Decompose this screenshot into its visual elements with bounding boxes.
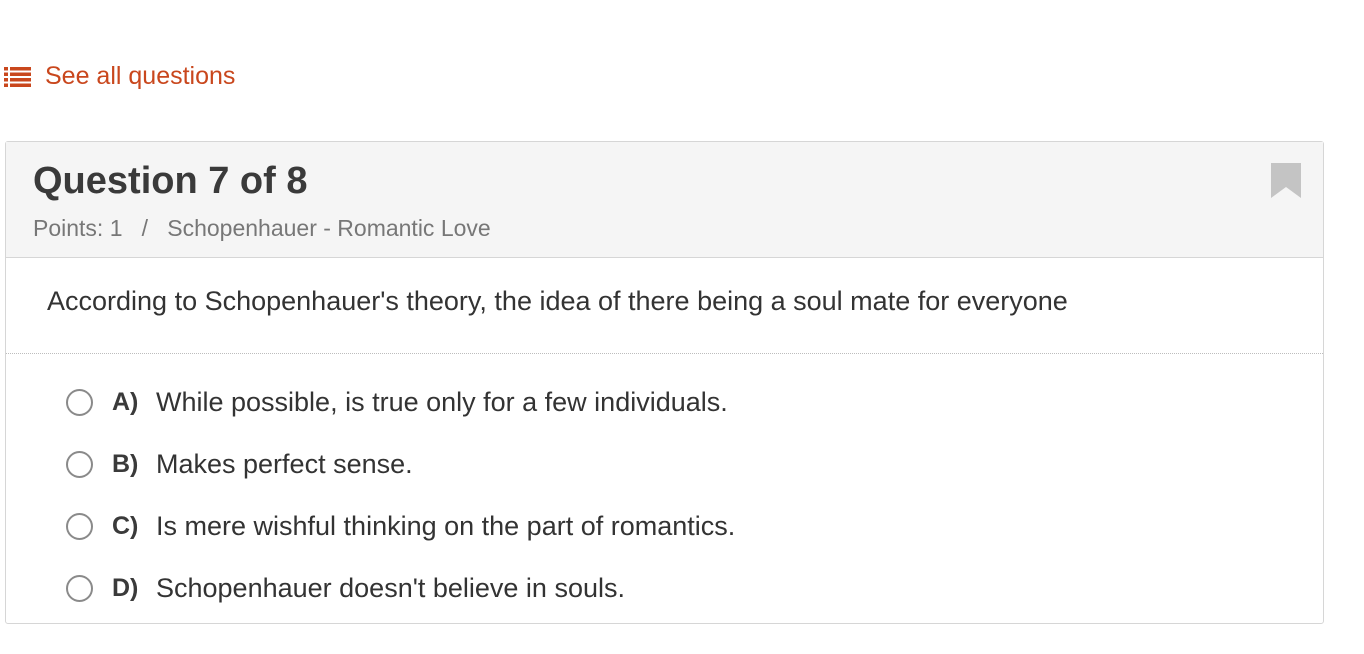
radio-button[interactable] [66,574,93,602]
choice-letter: C) [112,511,139,540]
question-title: Question 7 of 8 [33,160,308,202]
choice-text: Schopenhauer doesn't believe in souls. [156,572,625,603]
choice-letter: B) [112,449,139,478]
see-all-questions-label: See all questions [45,62,236,90]
choice-text: Makes perfect sense. [156,448,413,479]
choice-b[interactable]: B) Makes perfect sense. [6,433,1323,495]
bookmark-icon[interactable] [1271,163,1301,198]
choice-text: While possible, is true only for a few i… [156,386,728,417]
choice-a[interactable]: A) While possible, is true only for a fe… [6,371,1323,433]
radio-button[interactable] [66,450,93,478]
question-card: Question 7 of 8 Points: 1 / Schopenhauer… [5,141,1324,624]
radio-button[interactable] [66,388,93,416]
list-icon [4,66,31,87]
question-meta: Points: 1 / Schopenhauer - Romantic Love [33,215,491,241]
see-all-questions-link[interactable]: See all questions [4,62,235,91]
choice-letter: D) [112,573,139,602]
choice-d[interactable]: D) Schopenhauer doesn't believe in souls… [6,557,1323,619]
choice-text: Is mere wishful thinking on the part of … [156,510,736,541]
choice-c[interactable]: C) Is mere wishful thinking on the part … [6,495,1323,557]
choice-letter: A) [112,387,139,416]
radio-button[interactable] [66,512,93,540]
answer-choices: A) While possible, is true only for a fe… [6,354,1323,619]
question-header: Question 7 of 8 Points: 1 / Schopenhauer… [6,142,1323,258]
question-text: According to Schopenhauer's theory, the … [6,258,1323,354]
